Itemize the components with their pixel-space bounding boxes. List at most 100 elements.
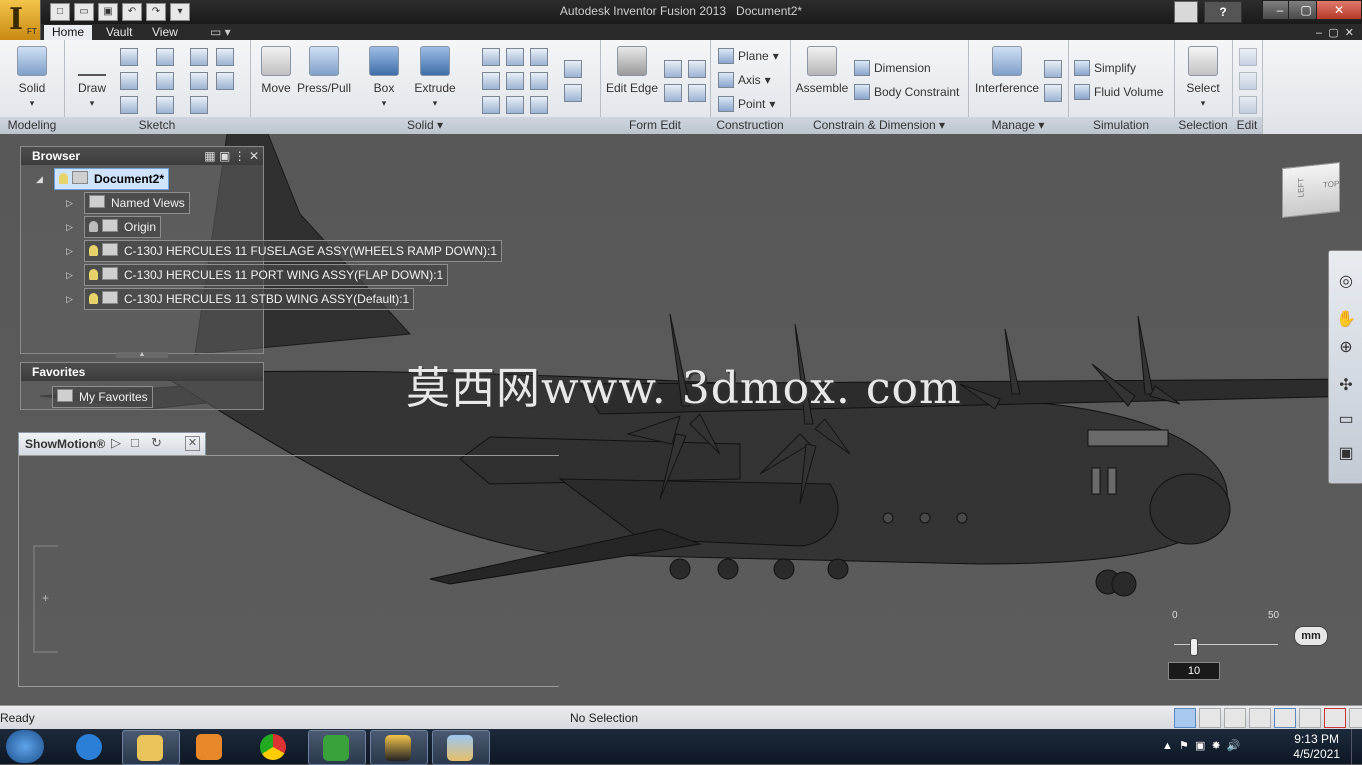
system-tray[interactable]: ▲ ⚑ ▣ ✸ 🔊 [1162, 739, 1241, 752]
visibility-bulb-icon[interactable] [59, 173, 68, 184]
play-icon[interactable]: ▷ [111, 435, 121, 451]
ribbon-display-dropdown-icon[interactable]: ▭ ▾ [202, 25, 239, 40]
open-folder-icon[interactable]: ▭ [74, 3, 94, 21]
check-icon[interactable] [1174, 708, 1196, 728]
scale-slider[interactable] [1190, 638, 1198, 656]
sweep-icon[interactable] [506, 48, 524, 66]
browser-node-port-wing[interactable]: C-130J HERCULES 11 PORT WING ASSY(FLAP D… [84, 264, 449, 286]
polygon-icon[interactable] [120, 72, 138, 90]
paint-taskbar-icon[interactable] [432, 730, 490, 765]
browser-node-root[interactable]: Document2* [54, 168, 170, 190]
start-button[interactable] [6, 730, 44, 763]
face-select-icon[interactable] [1299, 708, 1321, 728]
inventor-taskbar-icon[interactable] [370, 730, 428, 765]
loft-icon[interactable] [530, 48, 548, 66]
media-player-taskbar-icon[interactable] [182, 730, 238, 763]
cut-icon[interactable] [1239, 48, 1257, 66]
expand-port-wing-icon[interactable]: ▷ [66, 270, 73, 281]
copy-icon[interactable] [1239, 72, 1257, 90]
shell-icon[interactable] [530, 72, 548, 90]
construction-line-icon[interactable] [156, 96, 174, 114]
browser-panel-controls[interactable]: ▦ ▣ ⋮ ✕ [204, 147, 259, 165]
chrome-taskbar-icon[interactable] [246, 730, 302, 763]
showmotion-storyboard[interactable] [18, 455, 559, 687]
edit-face-icon[interactable] [664, 60, 682, 78]
move-button[interactable]: Move [258, 46, 294, 95]
unit-badge[interactable]: mm [1294, 626, 1328, 646]
stop-icon[interactable]: □ [131, 435, 139, 450]
rectangle-icon[interactable] [120, 48, 138, 66]
document-window-controls[interactable]: – ▢ ✕ [1316, 26, 1354, 39]
zoom-icon[interactable]: ⊕ [1335, 337, 1357, 359]
loop-icon[interactable]: ↻ [151, 435, 162, 451]
body-select-icon[interactable] [1324, 708, 1346, 728]
mirror-icon[interactable] [564, 60, 582, 78]
customize-dropdown-icon[interactable]: ▾ [170, 3, 190, 21]
panel-label-manage[interactable]: Manage ▾ [968, 117, 1068, 134]
redo-icon[interactable]: ↷ [146, 3, 166, 21]
dimension-sketch-icon[interactable] [190, 96, 208, 114]
expand-named-views-icon[interactable]: ▷ [66, 198, 73, 209]
point-button[interactable]: Point ▾ [718, 94, 775, 114]
fluid-volume-button[interactable]: Fluid Volume [1074, 82, 1163, 102]
arc-icon[interactable] [156, 72, 174, 90]
browser-node-stbd-wing[interactable]: C-130J HERCULES 11 STBD WING ASSY(Defaul… [84, 288, 415, 310]
panel-label-constrain-dimension[interactable]: Constrain & Dimension ▾ [790, 117, 968, 134]
tweak-icon[interactable] [664, 84, 682, 102]
tab-home[interactable]: Home [44, 25, 93, 40]
expand-fuselage-icon[interactable]: ▷ [66, 246, 73, 257]
interference-button[interactable]: Interference [972, 46, 1042, 95]
revolve-icon[interactable] [482, 48, 500, 66]
delete-face-icon[interactable] [530, 96, 548, 114]
show-desktop-button[interactable] [1351, 729, 1362, 764]
plane-button[interactable]: Plane ▾ [718, 46, 779, 66]
browser-node-origin[interactable]: Origin [84, 216, 162, 238]
new-file-icon[interactable]: □ [50, 3, 70, 21]
application-menu-button[interactable]: I FT [0, 0, 41, 40]
fillet-icon[interactable] [482, 72, 500, 90]
axis-button[interactable]: Axis ▾ [718, 70, 771, 90]
help-icon[interactable]: ? [1204, 1, 1242, 23]
browser-node-named-views[interactable]: Named Views [84, 192, 190, 214]
visibility-bulb-icon[interactable] [89, 245, 98, 256]
simplify-button[interactable]: Simplify [1074, 58, 1136, 78]
select-button[interactable]: Select ▾ [1182, 46, 1224, 109]
edit-vertex-icon[interactable] [688, 60, 706, 78]
multi-window-icon[interactable] [1349, 708, 1362, 728]
tools-icon[interactable] [1174, 1, 1198, 23]
measure-icon[interactable] [1044, 60, 1062, 78]
box-button[interactable]: Box ▾ [364, 46, 404, 109]
pattern-icon[interactable] [564, 84, 582, 102]
showmotion-close-icon[interactable]: ✕ [185, 436, 200, 451]
panel-splitter-handle[interactable]: ▲ [116, 351, 168, 358]
save-icon[interactable]: ▣ [98, 3, 118, 21]
expand-origin-icon[interactable]: ▷ [66, 222, 73, 233]
visibility-bulb-icon[interactable] [89, 293, 98, 304]
visibility-bulb-icon[interactable] [89, 221, 98, 232]
showmotion-icon[interactable]: ▣ [1335, 443, 1357, 465]
tab-view[interactable]: View [144, 25, 186, 40]
undo-icon[interactable]: ↶ [122, 3, 142, 21]
orbit-icon[interactable]: ✣ [1335, 375, 1357, 397]
properties-icon[interactable] [1044, 84, 1062, 102]
window-select-icon[interactable] [1274, 708, 1296, 728]
edit-sketch-icon[interactable] [216, 72, 234, 90]
favorites-item-my-favorites[interactable]: My Favorites [52, 386, 153, 408]
visual-style-icon[interactable] [1249, 708, 1271, 728]
scale-value-field[interactable]: 10 [1168, 662, 1220, 680]
expand-root-icon[interactable]: ◢ [36, 174, 43, 185]
close-button[interactable]: ✕ [1316, 0, 1362, 20]
viewcube[interactable]: LEFT TOP [1282, 161, 1340, 219]
edit-edge-button[interactable]: Edit Edge [604, 46, 660, 95]
steering-wheel-icon[interactable]: ◎ [1335, 271, 1357, 293]
spline-icon[interactable] [120, 96, 138, 114]
body-constraint-button[interactable]: Body Constraint [854, 82, 959, 102]
offset-icon[interactable] [190, 48, 208, 66]
image-icon[interactable] [216, 48, 234, 66]
paste-icon[interactable] [1239, 96, 1257, 114]
visibility-bulb-icon[interactable] [89, 269, 98, 280]
split-icon[interactable] [506, 96, 524, 114]
bounding-box-icon[interactable] [1224, 708, 1246, 728]
ground-plane-icon[interactable] [1199, 708, 1221, 728]
tab-vault[interactable]: Vault [98, 25, 140, 40]
